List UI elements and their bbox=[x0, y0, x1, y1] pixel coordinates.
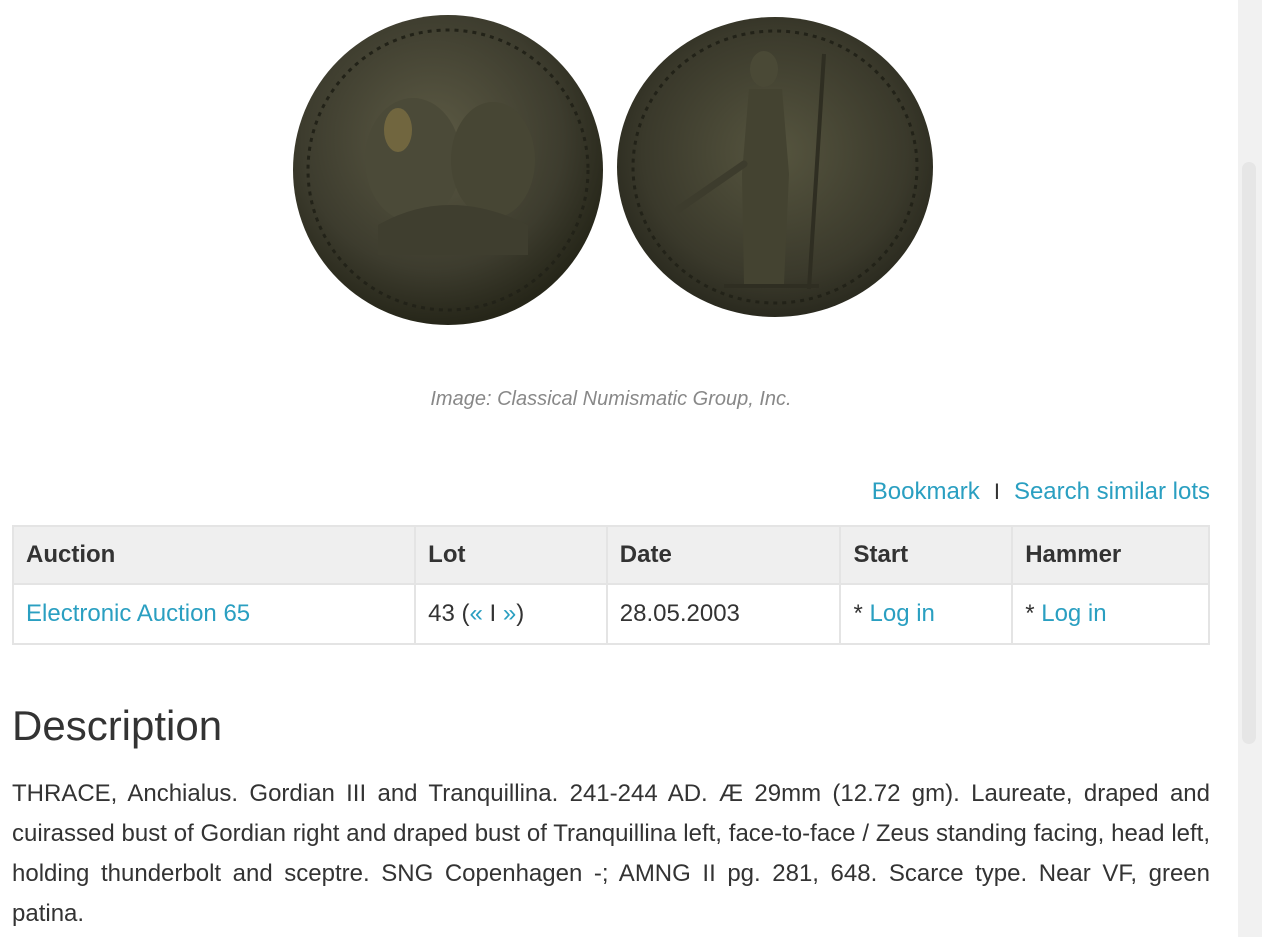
column-header-auction: Auction bbox=[11, 525, 417, 585]
auction-link[interactable]: Electronic Auction 65 bbox=[26, 600, 250, 627]
column-header-lot: Lot bbox=[414, 525, 608, 585]
description-text: THRACE, Anchialus. Gordian III and Tranq… bbox=[12, 780, 1210, 927]
lot-nav-separator: I bbox=[482, 600, 503, 627]
table-row: Electronic Auction 65 43 (« I ») 28.05.2… bbox=[11, 583, 1210, 645]
lot-number: 43 ( bbox=[428, 600, 470, 627]
lot-actions: Bookmark I Search similar lots bbox=[872, 478, 1210, 506]
hammer-cell: * Log in bbox=[1011, 583, 1210, 645]
coin-image bbox=[280, 8, 945, 338]
search-similar-lots-link[interactable]: Search similar lots bbox=[1014, 478, 1210, 506]
lot-cell: 43 (« I ») bbox=[414, 583, 608, 645]
table-header-row: Auction Lot Date Start Hammer bbox=[11, 525, 1210, 585]
date-cell: 28.05.2003 bbox=[605, 583, 842, 645]
bookmark-link[interactable]: Bookmark bbox=[872, 478, 980, 506]
description-heading: Description bbox=[12, 702, 223, 749]
coin-reverse-image bbox=[617, 17, 933, 317]
scrollbar[interactable] bbox=[1238, 0, 1262, 937]
image-caption: Image: Classical Numismatic Group, Inc. bbox=[430, 388, 792, 410]
coin-obverse-image bbox=[293, 15, 603, 325]
actions-separator: I bbox=[993, 479, 1000, 504]
hammer-login-link[interactable]: Log in bbox=[1041, 600, 1106, 627]
auction-table: Auction Lot Date Start Hammer Electronic… bbox=[11, 525, 1210, 645]
column-header-start: Start bbox=[839, 525, 1014, 585]
column-header-date: Date bbox=[605, 525, 842, 585]
start-cell: * Log in bbox=[839, 583, 1014, 645]
lot-close-paren: ) bbox=[516, 600, 525, 627]
scrollbar-thumb[interactable] bbox=[1242, 162, 1256, 744]
hammer-prefix: * bbox=[1025, 600, 1042, 627]
start-login-link[interactable]: Log in bbox=[870, 600, 935, 627]
column-header-hammer: Hammer bbox=[1011, 525, 1210, 585]
auction-cell: Electronic Auction 65 bbox=[11, 583, 417, 645]
start-prefix: * bbox=[853, 600, 870, 627]
next-lot-link[interactable]: » bbox=[503, 600, 516, 627]
previous-lot-link[interactable]: « bbox=[470, 600, 483, 627]
